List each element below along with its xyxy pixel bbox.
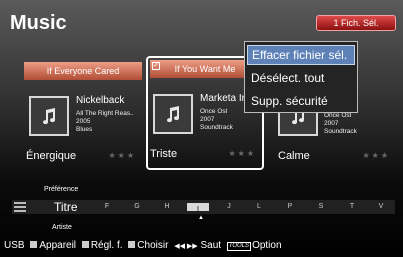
- card-genre: Soundtrack: [324, 128, 357, 135]
- sort-category-current[interactable]: Titre: [54, 200, 78, 214]
- index-letter[interactable]: L: [248, 200, 270, 214]
- checkbox-checked-icon[interactable]: ✓: [152, 62, 160, 70]
- index-letter[interactable]: V: [370, 200, 392, 214]
- index-letter[interactable]: G: [126, 200, 148, 214]
- music-item-card[interactable]: If Everyone Cared Nickelback All The Rig…: [24, 58, 142, 168]
- choose-hint[interactable]: Choisir: [128, 240, 168, 251]
- card-mood: Calme: [278, 150, 310, 162]
- menu-item-delete-selected[interactable]: Effacer fichier sél.: [247, 45, 355, 65]
- option-hint[interactable]: TOOLS Option: [226, 240, 282, 251]
- menu-item-safe-remove[interactable]: Supp. sécurité: [247, 91, 355, 111]
- index-letter[interactable]: T: [341, 200, 363, 214]
- card-year: 2005: [76, 118, 91, 125]
- footer-help-bar: USB Appareil Régl. f. Choisir ◀◀ ▶▶ Saut…: [4, 240, 285, 251]
- music-note-icon: [153, 94, 193, 134]
- card-mood: Triste: [150, 148, 178, 160]
- sort-category-next[interactable]: Artiste: [52, 224, 72, 231]
- card-album: Once Ost: [200, 108, 228, 115]
- page-title: Music: [10, 12, 67, 34]
- yellow-button-icon: [128, 241, 136, 248]
- card-mood: Énergique: [26, 150, 77, 162]
- green-button-icon: [81, 241, 89, 248]
- card-genre: Blues: [76, 126, 93, 133]
- card-genre: Soundtrack: [200, 124, 233, 131]
- card-year: 2007: [200, 116, 215, 123]
- menu-item-deselect-all[interactable]: Désélect. tout: [247, 68, 355, 88]
- list-icon: [14, 202, 26, 212]
- rating-stars: ★★★: [362, 151, 390, 160]
- jump-hint[interactable]: ◀◀ ▶▶ Saut: [174, 240, 221, 251]
- selection-count-badge: 1 Fich. Sél.: [316, 15, 396, 31]
- index-letter[interactable]: F: [96, 200, 118, 214]
- card-title: If Everyone Cared: [24, 62, 142, 80]
- card-album: All The Right Reas..: [76, 110, 134, 117]
- rating-stars: ★★★: [228, 149, 256, 158]
- tools-context-menu: Effacer fichier sél. Désélect. tout Supp…: [244, 41, 358, 113]
- index-letter[interactable]: S: [310, 200, 332, 214]
- card-year: 2007: [324, 120, 339, 127]
- source-label: USB: [4, 240, 25, 251]
- settings-hint[interactable]: Régl. f.: [81, 240, 123, 251]
- sort-category-prev[interactable]: Préférence: [44, 186, 78, 193]
- red-button-icon: [30, 241, 38, 248]
- index-letter[interactable]: J: [218, 200, 240, 214]
- index-letter-highlighted[interactable]: I: [187, 203, 209, 213]
- skip-arrows-icon: ◀◀ ▶▶: [174, 243, 198, 250]
- music-note-icon: [29, 96, 69, 136]
- index-cursor-icon: ▲: [198, 215, 204, 221]
- device-hint[interactable]: Appareil: [30, 240, 76, 251]
- card-album: Once Ost: [324, 112, 352, 119]
- index-letter[interactable]: P: [279, 200, 301, 214]
- index-letter[interactable]: H: [156, 200, 178, 214]
- rating-stars: ★★★: [108, 151, 136, 160]
- card-artist: Nickelback: [76, 95, 125, 106]
- tools-button-icon: TOOLS: [226, 242, 252, 251]
